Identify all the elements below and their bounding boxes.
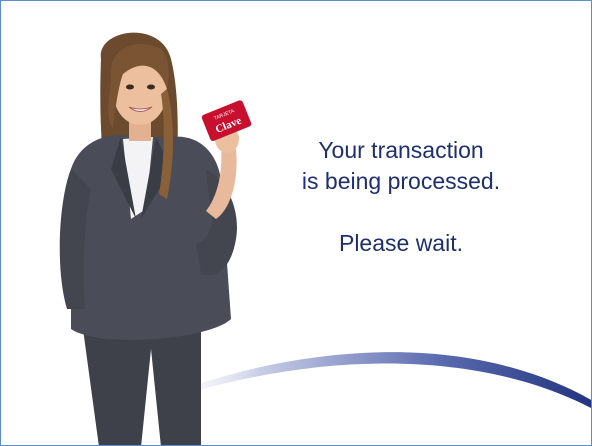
processing-screen: TARJETA Clave Your transaction is being …: [0, 0, 592, 446]
please-wait-text: Please wait.: [338, 230, 463, 256]
status-message: Your transaction is being processed. Ple…: [263, 135, 539, 259]
woman-holding-card-image: TARJETA Clave: [59, 32, 252, 445]
message-line-2: is being processed.: [301, 168, 501, 194]
credit-card-icon: TARJETA Clave: [201, 100, 252, 141]
message-line-1: Your transaction: [318, 137, 484, 163]
